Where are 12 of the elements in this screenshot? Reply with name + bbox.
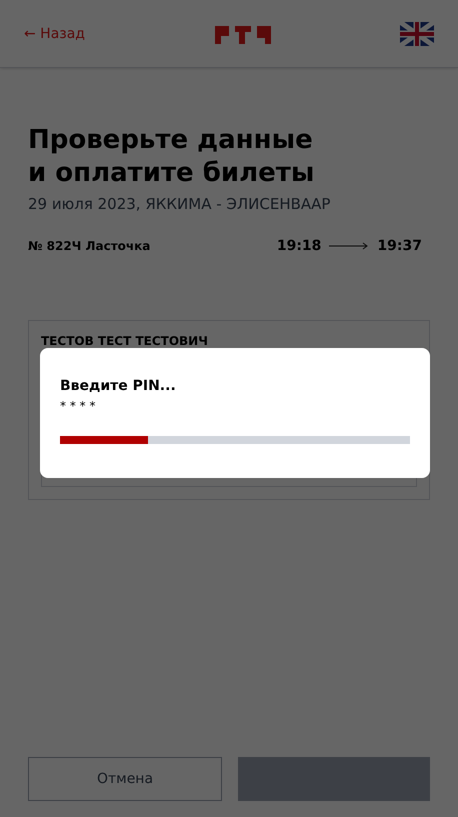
passenger-name: ТЕСТОВ ТЕСТ ТЕСТОВИЧ (41, 332, 209, 348)
cancel-button[interactable]: Отмена (28, 757, 222, 801)
trip-subtitle: 29 июля 2023, ЯККИМА - ЭЛИСЕНВААР (28, 194, 332, 215)
arrow-icon (329, 242, 370, 250)
departure-time: 19:18 (276, 236, 322, 256)
pin-dots: * * * * (60, 400, 96, 412)
arrival-time: 19:37 (377, 236, 422, 256)
page-title: Проверьте данные и оплатите билеты (28, 124, 316, 189)
train-name: № 822Ч Ласточка (28, 238, 150, 254)
dialog-title: Введите PIN... (60, 377, 177, 396)
flag-icon[interactable] (400, 22, 434, 46)
back-link[interactable]: ← Назад (24, 24, 85, 44)
